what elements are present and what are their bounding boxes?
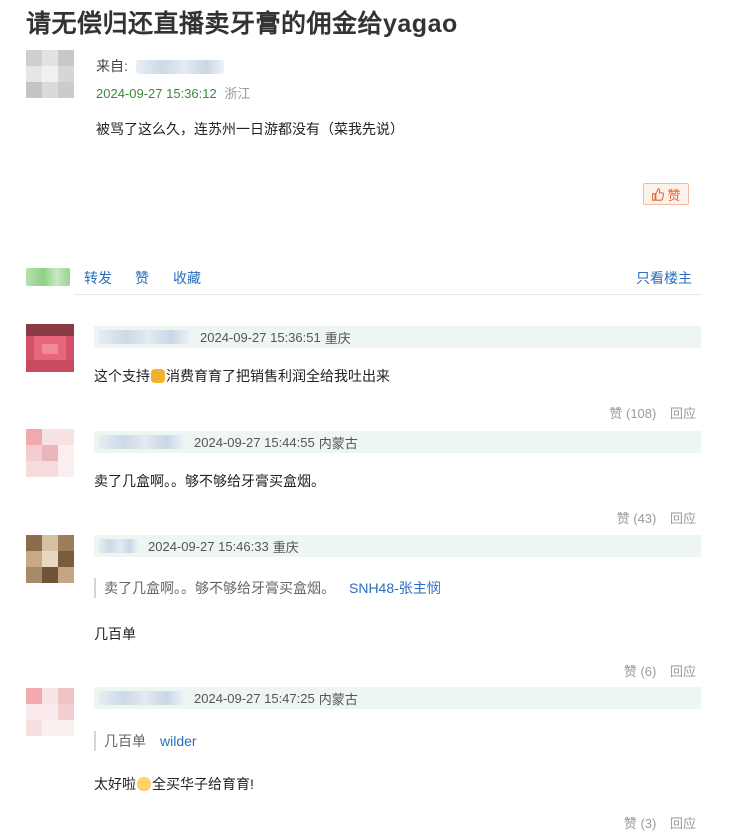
comment-like-button[interactable]: 赞 (3) — [624, 816, 657, 831]
commenter-name-blurred[interactable] — [98, 691, 184, 705]
comment-meta: 2024-09-27 15:44:55 内蒙古 — [94, 431, 701, 453]
post-author-line: 来自: — [96, 56, 224, 76]
comment-text: 太好啦 全买华子给育育! — [94, 774, 254, 794]
comment-footer: 赞 (108) 回应 — [609, 403, 696, 422]
commenter-name-blurred[interactable] — [98, 330, 190, 344]
post-title: 请无偿归还直播卖牙膏的佣金给yagao — [26, 10, 458, 38]
comment-meta: 2024-09-27 15:47:25 内蒙古 — [94, 687, 701, 709]
quote-text: 几百单 — [104, 733, 146, 749]
op-only-link[interactable]: 只看楼主 — [636, 268, 692, 288]
author-name-blurred[interactable] — [135, 60, 224, 75]
commenter-name-blurred[interactable] — [98, 435, 184, 449]
comment-footer: 赞 (6) 回应 — [624, 661, 696, 680]
comment-location: 内蒙古 — [318, 435, 358, 451]
comment-text: 这个支持 消费育育了把销售利润全给我吐出来 — [94, 366, 390, 386]
comment-reply-button[interactable]: 回应 — [670, 406, 696, 421]
post-like-button[interactable]: 赞 — [643, 183, 689, 205]
comment-time: 2024-09-27 15:44:55 — [194, 434, 315, 450]
comment-reply-button[interactable]: 回应 — [670, 816, 696, 831]
reply-count-blurred — [26, 268, 70, 286]
post-body: 被骂了这么久，连苏州一日游都没有（菜我先说） — [96, 121, 404, 137]
comment-text-part: 全买华子给育育! — [152, 776, 254, 792]
blush-emoji-icon — [137, 777, 151, 791]
comment-reply-button[interactable]: 回应 — [670, 664, 696, 679]
post-location: 浙江 — [224, 86, 251, 101]
comment-like-button[interactable]: 赞 (43) — [617, 511, 657, 526]
like-button[interactable]: 赞 — [135, 268, 149, 288]
thumbs-up-icon — [652, 187, 665, 201]
comment-location: 重庆 — [324, 330, 351, 346]
commenter-avatar[interactable] — [26, 429, 74, 477]
comment-like-button[interactable]: 赞 (6) — [624, 664, 657, 679]
favorite-button[interactable]: 收藏 — [173, 268, 201, 288]
comment-location: 内蒙古 — [318, 691, 358, 707]
comment-footer: 赞 (43) 回应 — [617, 508, 696, 527]
divider — [74, 294, 701, 295]
comment-time: 2024-09-27 15:47:25 — [194, 690, 315, 706]
comment-text: 卖了几盒啊。。够不够给牙膏买盒烟。 — [94, 473, 325, 489]
comment-text-part: 这个支持 — [94, 368, 150, 384]
forward-button[interactable]: 转发 — [84, 268, 112, 288]
post-action-bar: 转发 赞 收藏 只看楼主 — [26, 265, 701, 295]
comment-meta: 2024-09-27 15:46:33 重庆 — [94, 535, 701, 557]
quoted-comment: 几百单 wilder — [94, 731, 197, 751]
from-label: 来自: — [96, 58, 128, 74]
comment-like-button[interactable]: 赞 (108) — [609, 406, 656, 421]
quote-author-link[interactable]: wilder — [160, 733, 197, 749]
comment-location: 重庆 — [272, 539, 299, 555]
post-like-label: 赞 — [667, 187, 681, 203]
comment-meta: 2024-09-27 15:36:51 重庆 — [94, 326, 701, 348]
post-meta: 2024-09-27 15:36:12 浙江 — [96, 83, 250, 102]
commenter-avatar[interactable] — [26, 535, 74, 583]
comment-text: 几百单 — [94, 626, 136, 642]
fist-emoji-icon — [151, 369, 165, 383]
comment-text-part: 太好啦 — [94, 776, 136, 792]
comment-reply-button[interactable]: 回应 — [670, 511, 696, 526]
commenter-avatar[interactable] — [26, 324, 74, 372]
comment-time: 2024-09-27 15:46:33 — [148, 538, 269, 554]
commenter-name-blurred[interactable] — [98, 539, 138, 553]
op-avatar[interactable] — [26, 50, 74, 98]
comment-footer: 赞 (3) 回应 — [624, 813, 696, 832]
comment-time: 2024-09-27 15:36:51 — [200, 329, 321, 345]
commenter-avatar[interactable] — [26, 688, 74, 736]
post-time: 2024-09-27 15:36:12 — [96, 86, 217, 101]
quote-text: 卖了几盒啊。。够不够给牙膏买盒烟。 — [104, 580, 335, 596]
comment-text-part: 消费育育了把销售利润全给我吐出来 — [166, 368, 390, 384]
quoted-comment: 卖了几盒啊。。够不够给牙膏买盒烟。 SNH48-张主悯 — [94, 578, 441, 598]
quote-author-link[interactable]: SNH48-张主悯 — [349, 578, 441, 598]
